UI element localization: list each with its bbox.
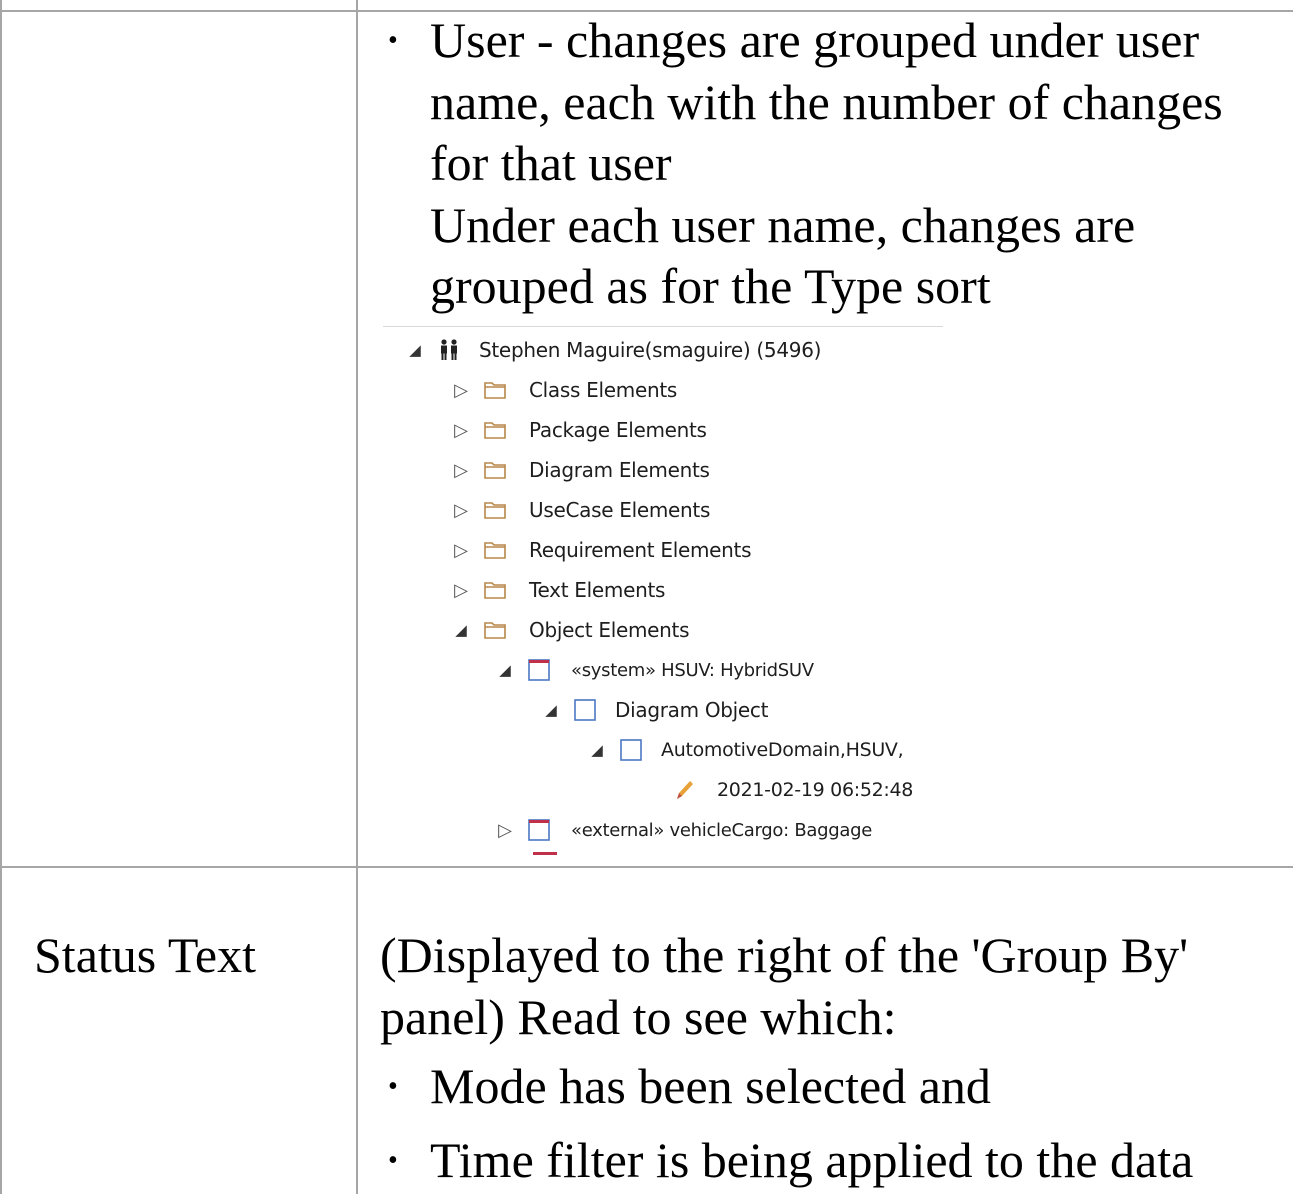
tree-row-folder[interactable]: ▷ Package Elements	[451, 410, 707, 450]
folder-label: Requirement Elements	[529, 538, 752, 562]
expanded-arrow-icon[interactable]: ◢	[495, 660, 515, 680]
tree-row-object[interactable]: ▷ «external» vehicleCargo: Baggage	[495, 810, 872, 850]
column-divider	[356, 0, 358, 1194]
expanded-arrow-icon[interactable]: ◢	[405, 340, 425, 360]
collapsed-arrow-icon[interactable]: ▷	[451, 540, 471, 561]
folder-label: Diagram Elements	[529, 458, 710, 482]
folder-icon	[484, 582, 506, 599]
object-icon	[528, 819, 550, 841]
pencil-icon	[677, 781, 693, 799]
diagram-object-icon	[574, 699, 596, 721]
bullet-dot: •	[388, 1145, 398, 1176]
folder-label: Package Elements	[529, 418, 707, 442]
folder-label: Class Elements	[529, 378, 677, 402]
diagram-object-icon	[620, 739, 642, 761]
collapsed-arrow-icon[interactable]: ▷	[495, 820, 515, 841]
status-bullet-1: Mode has been selected and	[430, 1058, 991, 1114]
tree-user-label: Stephen Maguire(smaguire) (5496)	[479, 338, 822, 362]
status-desc-line-2: panel) Read to see which:	[380, 989, 897, 1045]
system-object-label: «system» HSUV: HybridSUV	[571, 659, 814, 681]
folder-label: UseCase Elements	[529, 498, 711, 522]
bullet-dot: •	[388, 1071, 398, 1102]
users-icon	[441, 339, 457, 360]
expanded-arrow-icon[interactable]: ◢	[451, 620, 471, 640]
collapsed-arrow-icon[interactable]: ▷	[451, 580, 471, 601]
tree-row-folder[interactable]: ▷ UseCase Elements	[451, 490, 710, 530]
folder-icon	[484, 542, 506, 559]
tree-row-user[interactable]: ◢ Stephen Maguire(smaguire) (5496)	[405, 330, 821, 370]
automotive-label: AutomotiveDomain,HSUV,	[661, 739, 904, 761]
user-bullet-line-2: name, each with the number of changes	[430, 74, 1223, 130]
folder-label: Object Elements	[529, 618, 690, 642]
status-bullet-2: Time filter is being applied to the data	[430, 1132, 1194, 1188]
folder-label: Text Elements	[529, 578, 666, 602]
tree-row-folder[interactable]: ▷ Text Elements	[451, 570, 665, 610]
status-desc-line-1: (Displayed to the right of the 'Group By…	[380, 927, 1189, 983]
tree-row-folder-expanded[interactable]: ◢ Object Elements	[451, 610, 689, 650]
tree-row-folder[interactable]: ▷ Requirement Elements	[451, 530, 751, 570]
tree-row-automotive[interactable]: ◢ AutomotiveDomain,HSUV,	[587, 730, 903, 770]
folder-icon	[484, 382, 506, 399]
collapsed-arrow-icon[interactable]: ▷	[451, 460, 471, 481]
table-left-border	[0, 0, 2, 1194]
tree-row-object[interactable]: ◢ «system» HSUV: HybridSUV	[495, 650, 814, 690]
tree-screenshot: ◢ Stephen Maguire(smaguire) (5496) ▷ Cla…	[383, 326, 943, 856]
tree-row-diagram-object[interactable]: ◢ Diagram Object	[541, 690, 768, 730]
user-bullet-line-5: grouped as for the Type sort	[430, 258, 991, 314]
tree-row-folder[interactable]: ▷ Diagram Elements	[451, 450, 710, 490]
tree-row-timestamp[interactable]: 2021-02-19 06:52:48	[673, 770, 913, 810]
folder-icon	[484, 462, 506, 479]
tree-row-partial-object-icon	[533, 852, 557, 855]
collapsed-arrow-icon[interactable]: ▷	[451, 380, 471, 401]
expanded-arrow-icon[interactable]: ◢	[541, 700, 561, 720]
folder-icon	[484, 622, 506, 639]
object-icon	[528, 659, 550, 681]
folder-icon	[484, 422, 506, 439]
bullet-dot: •	[388, 25, 398, 56]
collapsed-arrow-icon[interactable]: ▷	[451, 420, 471, 441]
user-bullet-line-1: User - changes are grouped under user	[430, 12, 1200, 68]
user-bullet-line-3: for that user	[430, 135, 672, 191]
collapsed-arrow-icon[interactable]: ▷	[451, 500, 471, 521]
external-object-label: «external» vehicleCargo: Baggage	[571, 819, 872, 841]
folder-icon	[484, 502, 506, 519]
screenshot-top-border	[383, 326, 943, 327]
timestamp-label: 2021-02-19 06:52:48	[717, 779, 914, 801]
tree-row-folder[interactable]: ▷ Class Elements	[451, 370, 677, 410]
user-bullet-line-4: Under each user name, changes are	[430, 197, 1136, 253]
expanded-arrow-icon[interactable]: ◢	[587, 740, 607, 760]
status-text-term: Status Text	[34, 927, 256, 983]
diagram-object-label: Diagram Object	[615, 698, 769, 722]
row-divider	[0, 866, 1293, 868]
